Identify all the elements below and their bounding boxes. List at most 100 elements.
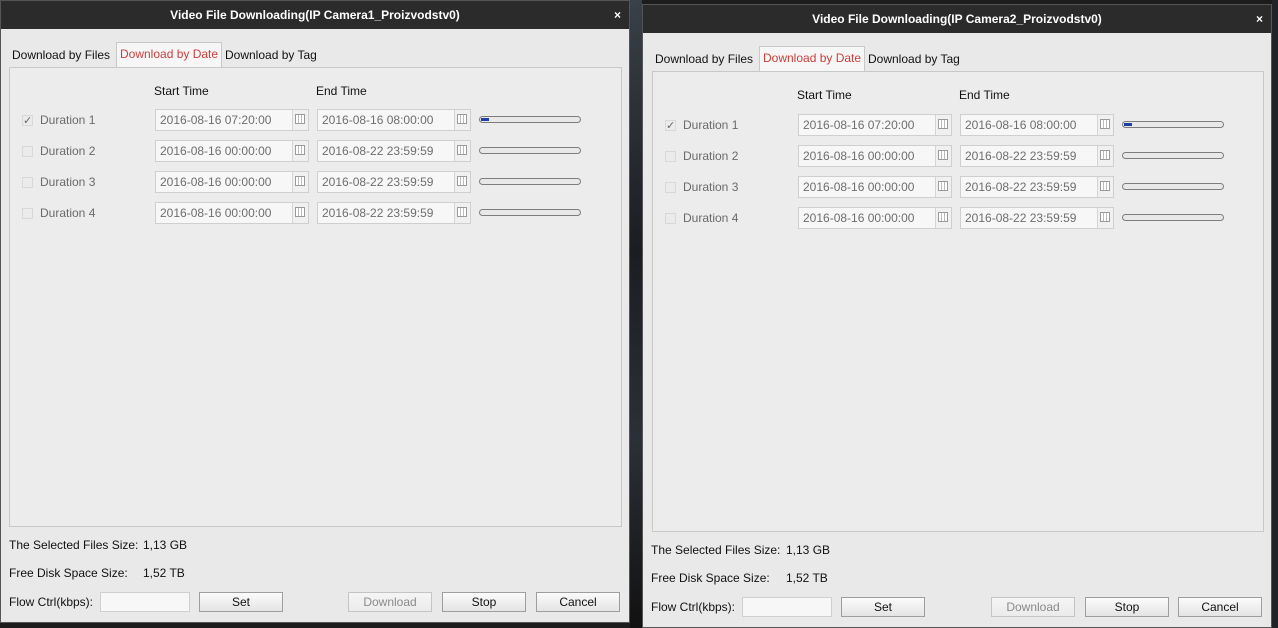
duration-3-checkbox[interactable] [665, 182, 676, 193]
stop-button[interactable]: Stop [1085, 597, 1169, 617]
cancel-button[interactable]: Cancel [1178, 597, 1262, 617]
duration-2-checkbox[interactable] [665, 151, 676, 162]
duration-label: Duration 2 [683, 149, 739, 163]
selected-files-size-value: 1,13 GB [786, 543, 831, 557]
end-time-value: 2016-08-16 08:00:00 [965, 118, 1077, 132]
calendar-icon[interactable] [935, 146, 951, 166]
start-time-value: 2016-08-16 00:00:00 [803, 180, 915, 194]
close-icon[interactable]: × [614, 1, 621, 29]
start-time-value: 2016-08-16 07:20:00 [803, 118, 915, 132]
end-time-value: 2016-08-22 23:59:59 [322, 144, 434, 158]
end-time-field[interactable]: 2016-08-16 08:00:00 [317, 109, 471, 131]
calendar-icon[interactable] [935, 115, 951, 135]
calendar-icon[interactable] [1097, 146, 1113, 166]
calendar-icon[interactable] [292, 110, 308, 130]
tab-download-by-date[interactable]: Download by Date [116, 42, 223, 67]
duration-2-checkbox[interactable] [22, 146, 33, 157]
start-time-field[interactable]: 2016-08-16 00:00:00 [798, 145, 952, 167]
duration-4-checkbox[interactable] [665, 213, 676, 224]
set-button[interactable]: Set [841, 597, 925, 617]
flow-ctrl-input[interactable] [742, 597, 832, 617]
dialog-titlebar: Video File Downloading(IP Camera1_Proizv… [1, 1, 629, 29]
calendar-icon[interactable] [292, 141, 308, 161]
free-disk-space-label: Free Disk Space Size: [651, 571, 770, 585]
start-time-field[interactable]: 2016-08-16 00:00:00 [155, 140, 309, 162]
start-time-field[interactable]: 2016-08-16 00:00:00 [798, 176, 952, 198]
dialog-titlebar: Video File Downloading(IP Camera2_Proizv… [643, 5, 1271, 33]
close-icon[interactable]: × [1256, 5, 1263, 33]
start-time-header: Start Time [154, 84, 209, 98]
flow-ctrl-label: Flow Ctrl(kbps): [651, 600, 736, 614]
selected-files-size-label: The Selected Files Size: [9, 538, 139, 552]
set-button[interactable]: Set [199, 592, 283, 612]
dialog-title: Video File Downloading(IP Camera2_Proizv… [812, 12, 1102, 26]
calendar-icon[interactable] [935, 208, 951, 228]
download-progress-bar [479, 178, 581, 185]
cancel-button[interactable]: Cancel [536, 592, 620, 612]
free-disk-space-label: Free Disk Space Size: [9, 566, 128, 580]
duration-1-checkbox[interactable]: ✓ [22, 115, 33, 127]
download-progress-bar [1122, 214, 1224, 221]
tab-download-by-files[interactable]: Download by Files [9, 43, 113, 67]
calendar-icon[interactable] [454, 172, 470, 192]
flow-ctrl-input[interactable] [100, 592, 190, 612]
end-time-field[interactable]: 2016-08-22 23:59:59 [960, 176, 1114, 198]
calendar-icon[interactable] [454, 203, 470, 223]
date-panel: Start Time End Time ✓ Duration 1 2016-08… [9, 67, 622, 527]
selected-files-size-label: The Selected Files Size: [651, 543, 781, 557]
start-time-field[interactable]: 2016-08-16 07:20:00 [798, 114, 952, 136]
start-time-field[interactable]: 2016-08-16 00:00:00 [155, 171, 309, 193]
duration-row: ✓ Duration 1 2016-08-16 07:20:00 2016-08… [653, 114, 1263, 136]
end-time-value: 2016-08-22 23:59:59 [965, 149, 1077, 163]
duration-label: Duration 3 [683, 180, 739, 194]
duration-label: Duration 1 [683, 118, 739, 132]
calendar-icon[interactable] [454, 141, 470, 161]
start-time-field[interactable]: 2016-08-16 00:00:00 [155, 202, 309, 224]
calendar-icon[interactable] [292, 203, 308, 223]
end-time-field[interactable]: 2016-08-22 23:59:59 [960, 145, 1114, 167]
calendar-icon[interactable] [1097, 115, 1113, 135]
selected-files-size-value: 1,13 GB [143, 538, 188, 552]
start-time-field[interactable]: 2016-08-16 00:00:00 [798, 207, 952, 229]
tab-download-by-files[interactable]: Download by Files [652, 47, 756, 71]
end-time-value: 2016-08-22 23:59:59 [322, 206, 434, 220]
end-time-field[interactable]: 2016-08-22 23:59:59 [317, 140, 471, 162]
start-time-field[interactable]: 2016-08-16 07:20:00 [155, 109, 309, 131]
end-time-field[interactable]: 2016-08-22 23:59:59 [317, 202, 471, 224]
calendar-icon[interactable] [1097, 208, 1113, 228]
download-button[interactable]: Download [991, 597, 1075, 617]
stop-button[interactable]: Stop [442, 592, 526, 612]
end-time-field[interactable]: 2016-08-22 23:59:59 [317, 171, 471, 193]
calendar-icon[interactable] [292, 172, 308, 192]
start-time-header: Start Time [797, 88, 852, 102]
duration-label: Duration 2 [40, 144, 96, 158]
duration-1-checkbox[interactable]: ✓ [665, 120, 676, 132]
end-time-value: 2016-08-16 08:00:00 [322, 113, 434, 127]
background-video-strip [630, 0, 642, 628]
end-time-field[interactable]: 2016-08-22 23:59:59 [960, 207, 1114, 229]
tab-download-by-tag[interactable]: Download by Tag [865, 47, 963, 71]
calendar-icon[interactable] [454, 110, 470, 130]
end-time-value: 2016-08-22 23:59:59 [965, 180, 1077, 194]
progress-fill [481, 118, 489, 121]
duration-label: Duration 4 [683, 211, 739, 225]
duration-label: Duration 4 [40, 206, 96, 220]
duration-3-checkbox[interactable] [22, 177, 33, 188]
duration-4-checkbox[interactable] [22, 208, 33, 219]
duration-row: Duration 4 2016-08-16 00:00:00 2016-08-2… [10, 202, 621, 224]
duration-label: Duration 1 [40, 113, 96, 127]
tab-download-by-date[interactable]: Download by Date [759, 46, 866, 71]
download-dialog-camera2: Video File Downloading(IP Camera2_Proizv… [642, 4, 1272, 628]
download-progress-bar [479, 209, 581, 216]
calendar-icon[interactable] [1097, 177, 1113, 197]
calendar-icon[interactable] [935, 177, 951, 197]
end-time-field[interactable]: 2016-08-16 08:00:00 [960, 114, 1114, 136]
duration-row: Duration 3 2016-08-16 00:00:00 2016-08-2… [653, 176, 1263, 198]
dialog-title: Video File Downloading(IP Camera1_Proizv… [170, 8, 460, 22]
free-disk-space-value: 1,52 TB [143, 566, 185, 580]
start-time-value: 2016-08-16 00:00:00 [160, 206, 272, 220]
tab-download-by-tag[interactable]: Download by Tag [222, 43, 320, 67]
duration-row: Duration 2 2016-08-16 00:00:00 2016-08-2… [653, 145, 1263, 167]
start-time-value: 2016-08-16 00:00:00 [803, 149, 915, 163]
download-button[interactable]: Download [348, 592, 432, 612]
